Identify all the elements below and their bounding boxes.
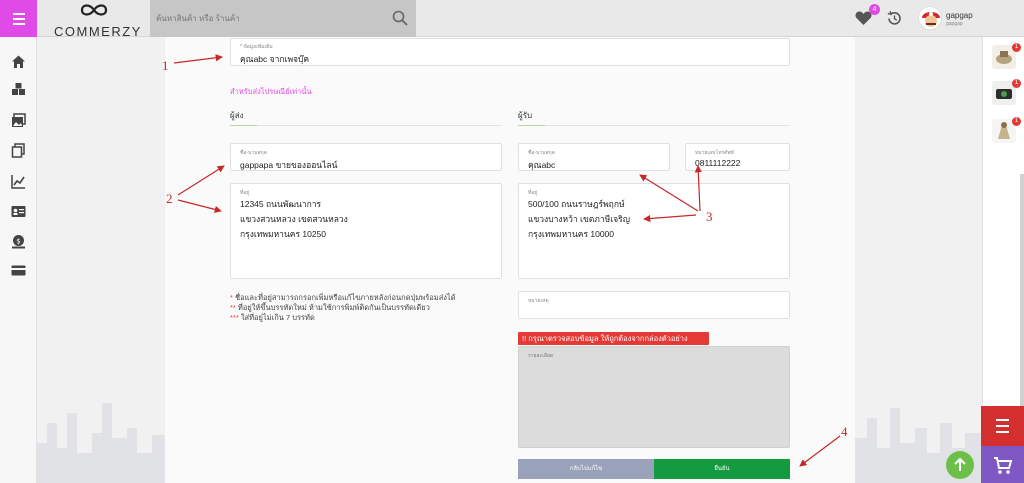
sender-divider (257, 125, 502, 126)
avatar-image (919, 7, 941, 29)
form-notes: * ชื่อและที่อยู่สามารถกรอกเพิ่มหรือแก้ไข… (230, 293, 456, 323)
search-box (150, 0, 416, 37)
left-sidebar: $ (0, 37, 37, 483)
back-edit-button[interactable]: กลับไปแก้ไข (518, 459, 654, 479)
annotation-number: 1 (162, 58, 169, 73)
sender-address-field[interactable]: ที่อยู่ 12345 ถนนพัฒนาการ แขวงสวนหลวง เข… (230, 183, 502, 279)
note-line: *** ใส่ที่อยู่ไม่เกิน 7 บรรทัด (230, 313, 315, 322)
menu-icon[interactable] (0, 0, 37, 37)
warning-banner: !! กรุณาตรวจสอบข้อมูล ให้ถูกต้องจากกล่อง… (518, 332, 709, 345)
sender-address-line: แขวงสวนหลวง เขตสวนหลวง (240, 214, 348, 224)
logo-infinity-icon (80, 4, 108, 16)
cart-tile[interactable] (981, 446, 1024, 483)
gallery-icon[interactable] (11, 113, 26, 128)
receiver-name-value: คุณabc (528, 160, 556, 170)
sender-underline (230, 125, 257, 126)
sender-name-value: gappapa ขายของออนไลน์ (240, 160, 338, 170)
arrow-up-icon (954, 457, 966, 471)
list-icon (996, 419, 1009, 433)
main-panel: * ข้อมูลเพิ่มเติม คุณabc จากเพจบุ๊ค สำหร… (165, 37, 855, 483)
sender-address-label: ที่อยู่ (240, 190, 250, 196)
receiver-address-label: ที่อยู่ (528, 190, 538, 196)
receiver-heading: ผู้รับ (518, 111, 533, 120)
note-line: * ชื่อและที่อยู่สามารถกรอกเพิ่มหรือแก้ไข… (230, 293, 456, 302)
top-bar: COMMERZY 4 gapgap gapgap (0, 0, 1024, 39)
receiver-phone-value: 0811112222 (695, 158, 741, 168)
sender-address-line: กรุงเทพมหานคร 10250 (240, 229, 327, 239)
user-subtitle: gapgap (946, 21, 963, 27)
boxes-icon[interactable] (11, 82, 26, 97)
extra-info-field[interactable]: * ข้อมูลเพิ่มเติม คุณabc จากเพจบุ๊ค (230, 38, 790, 66)
cart-icon (994, 457, 1013, 474)
search-input[interactable] (150, 0, 390, 37)
annotation-number: 3 (706, 209, 713, 224)
thumb-badge: 1 (1012, 117, 1021, 126)
receiver-name-field[interactable]: ชื่อ-นามสกุล คุณabc (518, 143, 670, 171)
receiver-address-line: กรุงเทพมหานคร 10000 (528, 229, 615, 239)
scroll-top-button[interactable] (946, 451, 974, 479)
annotation-number: 4 (841, 424, 848, 439)
preview-label: รายละเอียด (528, 353, 554, 359)
menu-list-tile[interactable] (981, 406, 1024, 446)
avatar[interactable] (918, 6, 942, 30)
receiver-phone-field[interactable]: หมายเลขโทรศัพท์ 0811112222 (685, 143, 790, 171)
preview-box: รายละเอียด (518, 346, 790, 448)
annotation-number: 2 (166, 191, 173, 206)
receiver-address-line: 500/100 ถนนราษฎร์พฤกษ์ (528, 199, 625, 209)
sender-heading: ผู้ส่ง (230, 111, 244, 120)
receiver-name-label: ชื่อ-นามสกุล (528, 150, 555, 156)
receiver-note-field[interactable]: หมายเหตุ (518, 291, 790, 319)
card-icon[interactable] (11, 263, 26, 278)
note-line: ** ที่อยู่ให้ขึ้นบรรทัดใหม่ ห้ามใช้การพิ… (230, 303, 430, 312)
id-card-icon[interactable] (11, 204, 26, 219)
receiver-note-label: หมายเหตุ (528, 298, 549, 304)
search-icon[interactable] (392, 10, 408, 26)
sender-address-line: 12345 ถนนพัฒนาการ (240, 199, 322, 209)
chart-icon[interactable] (11, 174, 26, 189)
section-note: สำหรับส่งไปรษณีย์เท่านั้น (230, 87, 312, 96)
extra-info-value: คุณabc จากเพจบุ๊ค (240, 54, 310, 64)
logo[interactable]: COMMERZY (54, 2, 142, 39)
receiver-underline (518, 125, 545, 126)
receiver-address-field[interactable]: ที่อยู่ 500/100 ถนนราษฎร์พฤกษ์ แขวงบางหว… (518, 183, 790, 279)
wishlist-count-badge: 4 (869, 4, 880, 15)
history-icon[interactable] (886, 10, 903, 27)
extra-info-label: * ข้อมูลเพิ่มเติม (240, 44, 273, 50)
city-silhouette-left (37, 403, 165, 483)
sender-name-field[interactable]: ชื่อ-นามสกุล gappapa ขายของออนไลน์ (230, 143, 502, 171)
receiver-divider (545, 125, 790, 126)
logo-text: COMMERZY (54, 24, 142, 39)
home-icon[interactable] (11, 54, 26, 69)
copy-icon[interactable] (11, 143, 26, 158)
svg-text:$: $ (16, 237, 20, 245)
confirm-button[interactable]: ยืนยัน (654, 459, 790, 479)
sender-name-label: ชื่อ-นามสกุล (240, 150, 267, 156)
username[interactable]: gapgap (946, 11, 973, 20)
thumb-badge: 1 (1012, 43, 1021, 52)
receiver-address-line: แขวงบางหว้า เขตภาษีเจริญ (528, 214, 630, 224)
receiver-phone-label: หมายเลขโทรศัพท์ (695, 150, 734, 156)
coin-icon[interactable]: $ (11, 234, 26, 249)
thumb-badge: 1 (1012, 79, 1021, 88)
